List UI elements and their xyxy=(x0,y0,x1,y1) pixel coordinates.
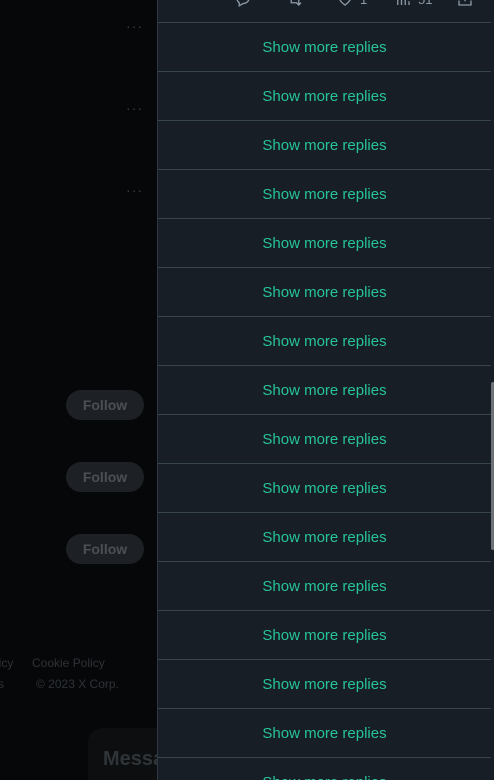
follow-button[interactable]: Follow xyxy=(66,462,144,492)
share-action[interactable] xyxy=(456,0,474,8)
follow-button[interactable]: Follow xyxy=(66,534,144,564)
show-more-replies-button[interactable]: Show more replies xyxy=(158,219,491,268)
retweet-icon xyxy=(290,0,302,6)
show-more-label: Show more replies xyxy=(262,283,387,301)
show-more-replies-button[interactable]: Show more replies xyxy=(158,709,491,758)
show-more-label: Show more replies xyxy=(262,774,386,780)
show-more-replies-button[interactable]: Show more replies xyxy=(158,366,491,415)
show-more-label: Show more replies xyxy=(262,87,387,105)
show-more-replies-button[interactable]: Show more replies xyxy=(158,170,491,219)
more-icon: ··· xyxy=(126,18,143,34)
show-more-label: Show more replies xyxy=(262,430,387,448)
show-more-label: Show more replies xyxy=(262,381,387,399)
tweet-action-bar: 1 51 xyxy=(158,0,491,23)
views-icon xyxy=(397,0,410,5)
footer-link[interactable]: Cookie Policy xyxy=(32,656,105,670)
messages-drawer[interactable]: Messages xyxy=(88,728,157,780)
replies-panel: 1 51 Show more replies Show more replies… xyxy=(157,0,494,780)
footer-link[interactable]: licy xyxy=(0,656,13,670)
more-icon: ··· xyxy=(126,100,143,116)
show-more-label: Show more replies xyxy=(262,185,387,203)
like-count: 1 xyxy=(360,0,367,7)
show-more-label: Show more replies xyxy=(262,234,387,252)
show-more-label: Show more replies xyxy=(262,332,387,350)
show-more-label: Show more replies xyxy=(262,675,387,693)
messages-label: Messages xyxy=(103,748,157,770)
show-more-replies-button[interactable]: Show more replies xyxy=(158,464,491,513)
show-more-replies-button[interactable]: Show more replies xyxy=(158,23,491,72)
show-more-replies-button[interactable]: Show more replies xyxy=(158,611,491,660)
show-more-replies-button[interactable]: Show more replies xyxy=(158,317,491,366)
show-more-label: Show more replies xyxy=(262,479,387,497)
show-more-label: Show more replies xyxy=(262,724,387,742)
heart-icon xyxy=(339,0,351,6)
footer-link[interactable]: s xyxy=(0,677,4,691)
replies-list: Show more replies Show more replies Show… xyxy=(158,23,491,780)
view-count: 51 xyxy=(418,0,432,7)
show-more-label: Show more replies xyxy=(262,577,387,595)
more-icon: ··· xyxy=(126,182,143,198)
show-more-replies-button[interactable]: Show more replies xyxy=(158,268,491,317)
retweet-action[interactable] xyxy=(286,0,304,8)
show-more-replies-button[interactable]: Show more replies xyxy=(158,562,491,611)
reply-action[interactable] xyxy=(234,0,252,8)
show-more-label: Show more replies xyxy=(262,626,387,644)
background-page: ··· ··· ··· Follow Follow Follow licy Co… xyxy=(0,0,157,780)
share-icon xyxy=(458,0,472,6)
show-more-replies-button[interactable]: Show more replies xyxy=(158,758,491,780)
show-more-label: Show more replies xyxy=(262,38,387,56)
follow-button[interactable]: Follow xyxy=(66,390,144,420)
show-more-label: Show more replies xyxy=(262,136,387,154)
footer-copyright: © 2023 X Corp. xyxy=(36,677,119,691)
show-more-replies-button[interactable]: Show more replies xyxy=(158,660,491,709)
show-more-replies-button[interactable]: Show more replies xyxy=(158,415,491,464)
like-action[interactable]: 1 xyxy=(336,0,367,8)
show-more-label: Show more replies xyxy=(262,528,387,546)
show-more-replies-button[interactable]: Show more replies xyxy=(158,121,491,170)
reply-icon xyxy=(236,0,250,7)
show-more-replies-button[interactable]: Show more replies xyxy=(158,72,491,121)
views-action[interactable]: 51 xyxy=(394,0,432,8)
show-more-replies-button[interactable]: Show more replies xyxy=(158,513,491,562)
